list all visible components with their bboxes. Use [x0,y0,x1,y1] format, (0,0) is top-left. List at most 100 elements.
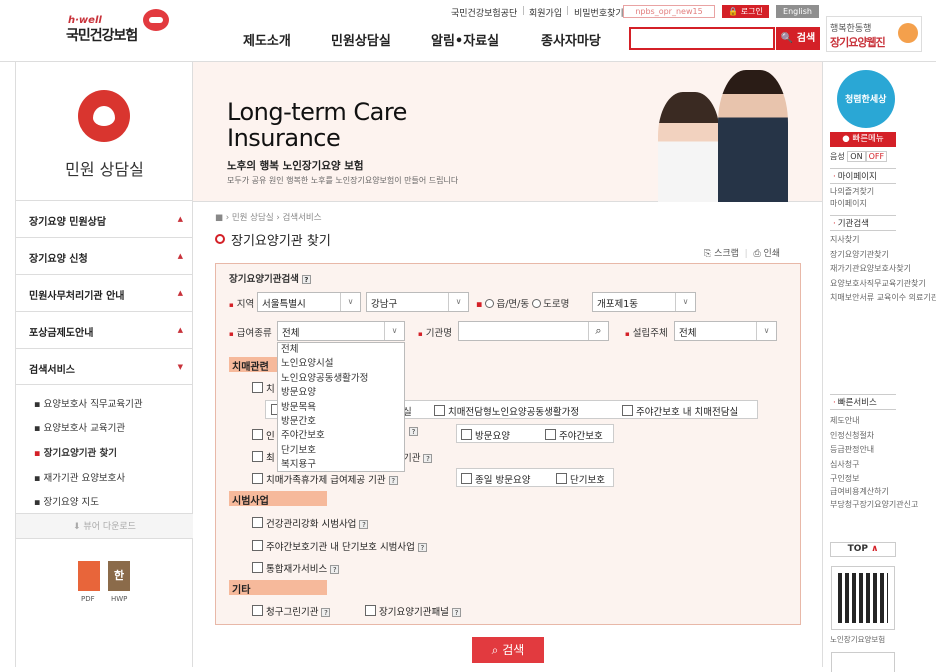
quick-link[interactable]: 구인정보 [830,472,896,487]
region-district-select[interactable]: 강남구 ∨ [366,292,469,312]
checkbox-day-night-care[interactable]: 주야간보호 [545,428,603,442]
checkbox-green-claim[interactable]: 청구그린기관? [252,604,331,618]
home-icon[interactable]: ■ [215,213,223,223]
sidebar-sub-homecare-caregiver[interactable]: ▪ 재가기관 요양보호사 [34,470,125,484]
search-submit-button[interactable]: ⌕ 검색 [472,637,544,663]
gnb-notice[interactable]: 알림•자료실 [431,30,499,49]
quick-link[interactable]: 요양보호사직무교육기관찾기 [830,279,926,290]
viewer-download-button[interactable]: ⬇ 뷰어 다운로드 [16,513,193,539]
dropdown-option[interactable]: 주야간보호 [278,429,404,443]
region-dong-select[interactable]: 개포제1동 ∨ [592,292,696,312]
radio-emd[interactable] [485,299,495,308]
checkbox-dementia-family-leave[interactable]: 치매가족휴가제 급여제공 기관? [252,472,398,486]
quick-link[interactable]: 마이페이지 [830,199,896,210]
org-name-input[interactable]: ⌕ [458,321,609,341]
help-icon[interactable]: ? [451,608,461,617]
checkbox-dementia-3[interactable]: 인 [252,428,275,442]
quick-link[interactable]: 심사청구 [830,458,896,473]
sidebar-sub-find-ltc[interactable]: ▪ 장기요양기관 찾기 [34,445,117,459]
quick-link[interactable]: 재가기관요양보호사찾기 [830,264,911,275]
sidebar-sub-caregiver-edu[interactable]: ▪ 요양보호사 교육기관 [34,420,125,434]
header-search-input[interactable] [629,27,775,50]
gnb-worker[interactable]: 종사자마당 [541,30,601,49]
chevron-up-icon: ▲ [177,215,183,223]
checkbox-short-term-care[interactable]: 단기보호 [556,472,605,486]
dropdown-option[interactable]: 노인요양공동생활가정 [278,372,404,386]
util-link-password[interactable]: 비밀번호찾기 [574,6,624,19]
sidebar-menu-ltc-consult[interactable]: 장기요양 민원상담 ▲ [16,200,193,237]
print-icon[interactable]: ⎙ [753,249,760,259]
quick-link[interactable]: 치매보안서류 교육이수 의료기관 [830,293,936,304]
gnb-intro[interactable]: 제도소개 [243,30,291,49]
search-icon[interactable]: ⌕ [588,322,608,340]
help-icon[interactable]: ? [321,608,331,617]
quick-link[interactable]: 급여비용계산하기 [830,487,889,498]
quick-link[interactable]: 등급판정안내 [830,443,896,458]
quick-link[interactable]: 부당청구장기요양기관신고 [830,500,918,511]
util-link-nhis[interactable]: 국민건강보험공단 [451,6,517,19]
english-button[interactable]: English [776,5,819,18]
region-city-select[interactable]: 서울특별시 ∨ [257,292,361,312]
quick-link[interactable]: 장기요양기관찾기 [830,250,889,261]
partner-logo-icon [898,23,918,43]
dropdown-option[interactable]: 방문간호 [278,415,404,429]
sidebar-menu-ltc-apply[interactable]: 장기요양 신청 ▲ [16,237,193,274]
voice-off-button[interactable]: OFF [865,151,888,162]
sidebar-menu-search-service[interactable]: 검색서비스 ▼ [16,348,193,385]
dementia-4-suffix: 기관? [403,450,433,464]
hwp-icon[interactable]: 한 [108,561,130,591]
util-link-join[interactable]: 회원가입 [529,6,562,19]
qr-code-2[interactable] [831,652,895,672]
quick-link[interactable]: 인정신청절차 [830,429,896,444]
integrity-badge[interactable]: 청렴한세상 [837,70,895,128]
voice-on-button[interactable]: ON [847,151,866,162]
dropdown-option[interactable]: 방문목욕 [278,401,404,415]
checkbox-dementia-4[interactable]: 최 [252,450,275,464]
checkbox-dementia-group-home[interactable]: 치매전담형노인요양공동생활가정 [434,404,579,418]
dropdown-option[interactable]: 단기보호 [278,444,404,458]
checkbox-dementia-1[interactable]: 치 [252,381,275,395]
scrap-button[interactable]: 스크랩 [714,249,739,259]
checkbox-daycare-short-pilot[interactable]: 주야간보호기관 내 단기보호 시범사업? [252,539,427,553]
checkbox-dementia-daycare[interactable]: 주야간보호 내 치매전담실 [622,404,738,418]
sidebar-sub-ltc-map[interactable]: ▪ 장기요양 지도 [34,494,99,508]
sidebar-sub-caregiver-training[interactable]: ▪ 요양보호사 직무교육기관 [34,396,143,410]
qr-code[interactable] [831,566,895,630]
dropdown-option[interactable]: 전체 [278,343,404,357]
dropdown-option[interactable]: 복지용구 [278,458,404,472]
founder-select[interactable]: 전체 ∨ [674,321,777,341]
benefit-type-select[interactable]: 전체 ∨ [277,321,405,341]
site-logo[interactable]: 국민건강보험 [66,25,138,45]
help-icon[interactable]: ? [330,565,340,574]
checkbox-visit-care[interactable]: 방문요양 [461,428,510,442]
dropdown-option[interactable]: 방문요양 [278,386,404,400]
help-icon[interactable]: ? [301,275,311,284]
checkbox-ltc-panel[interactable]: 장기요양기관패널? [365,604,461,618]
org-search-list: 지사찾기 장기요양기관찾기 재가기관요양보호사찾기 요양보호사직무교육기관찾기 … [830,235,936,304]
checkbox-all-day-visit[interactable]: 종일 방문요양 [461,472,530,486]
help-icon[interactable]: ? [409,427,418,436]
quick-link[interactable]: 제도안내 [830,414,896,429]
left-sidebar: 민원 상담실 장기요양 민원상담 ▲ 장기요양 신청 ▲ 민원사무처리기관 안내 ▲ … [15,62,193,667]
sidebar-menu-reward[interactable]: 포상금제도안내 ▲ [16,311,193,348]
pdf-icon[interactable] [78,561,100,591]
top-button[interactable]: TOP ∧ [830,542,896,557]
header-search-button[interactable]: 🔍 검색 [776,27,820,50]
dropdown-option[interactable]: 노인요양시설 [278,357,404,371]
print-button[interactable]: 인쇄 [764,249,781,259]
partner-banner[interactable]: 행복한동행 장기요양웹진 [826,16,922,52]
login-button[interactable]: 🔒 로그인 [722,5,769,18]
checkbox-integrated-homecare[interactable]: 통합재가서비스? [252,561,340,575]
gnb-civil[interactable]: 민원상담실 [331,30,391,49]
quick-link[interactable]: 지사찾기 [830,235,896,246]
help-icon[interactable]: ? [359,520,369,529]
quick-service-header: 빠른서비스 [830,394,896,410]
help-icon[interactable]: ? [417,543,427,552]
scrap-icon[interactable]: ⎘ [704,249,711,259]
sidebar-menu-agencies[interactable]: 민원사무처리기관 안내 ▲ [16,274,193,311]
radio-road[interactable] [532,299,542,308]
help-icon[interactable]: ? [423,454,433,463]
quick-link[interactable]: 나의즐겨찾기 [830,187,896,198]
checkbox-health-pilot[interactable]: 건강관리강화 시범사업? [252,516,369,530]
help-icon[interactable]: ? [388,476,398,485]
